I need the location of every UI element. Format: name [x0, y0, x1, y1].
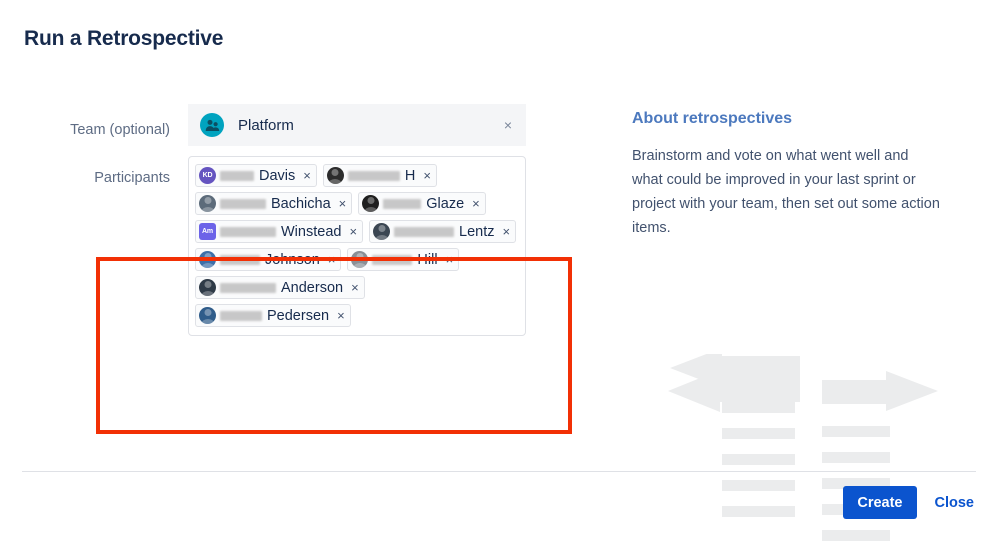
participant-name: Lentz	[459, 223, 495, 240]
info-panel-title: About retrospectives	[632, 110, 793, 127]
remove-participant-icon[interactable]: ×	[328, 253, 336, 266]
participant-chip[interactable]: KD Davis ×	[195, 164, 317, 187]
participant-chip[interactable]: Glaze ×	[358, 192, 486, 215]
participant-name: Davis	[259, 167, 296, 184]
team-value: Platform	[238, 116, 294, 134]
participant-chip[interactable]: H ×	[322, 164, 437, 187]
participant-name: Winstead	[281, 223, 342, 240]
close-button[interactable]: Close	[935, 495, 975, 511]
participant-chip[interactable]: Pedersen ×	[195, 304, 351, 327]
avatar	[199, 279, 216, 296]
participants-label: Participants	[94, 170, 170, 186]
redacted-first-name	[220, 198, 266, 209]
avatar	[373, 223, 391, 240]
info-panel-text: Brainstorm and vote on what went well an…	[632, 148, 940, 236]
remove-participant-icon[interactable]: ×	[339, 197, 347, 210]
remove-participant-icon[interactable]: ×	[472, 197, 480, 210]
page-title: Run a Retrospective	[24, 27, 224, 50]
close-icon[interactable]: ×	[504, 118, 512, 132]
team-label: Team (optional)	[70, 122, 170, 138]
redacted-first-name	[383, 198, 422, 209]
footer-actions: Create Close	[843, 486, 974, 519]
form-column: Team (optional) Platform × Participants …	[24, 104, 594, 336]
participant-chip[interactable]: Bachicha ×	[195, 192, 353, 215]
avatar: KD	[199, 167, 216, 184]
remove-participant-icon[interactable]: ×	[351, 281, 359, 294]
participants-field-row: Participants KD Davis × H × Bachicha × Glaze × Am…	[24, 156, 594, 336]
create-button[interactable]: Create	[843, 486, 917, 519]
participant-chip[interactable]: Lentz ×	[369, 220, 517, 243]
participant-name: Pedersen	[267, 307, 330, 324]
redacted-first-name	[220, 226, 276, 237]
participant-chip[interactable]: Anderson ×	[195, 276, 365, 299]
avatar: Am	[199, 223, 216, 240]
dialog-body: Team (optional) Platform × Participants …	[0, 104, 998, 541]
redacted-first-name	[394, 226, 455, 237]
info-panel: About retrospectives Brainstorm and vote…	[632, 110, 962, 240]
participant-name: Bachicha	[271, 195, 331, 212]
remove-participant-icon[interactable]: ×	[446, 253, 454, 266]
remove-participant-icon[interactable]: ×	[337, 309, 345, 322]
remove-participant-icon[interactable]: ×	[423, 169, 431, 182]
avatar	[351, 251, 369, 268]
redacted-first-name	[220, 254, 260, 265]
redacted-first-name	[347, 170, 400, 181]
participant-chip[interactable]: Hill ×	[347, 248, 460, 271]
retrospective-arrows-illustration	[650, 354, 960, 559]
participants-input[interactable]: KD Davis × H × Bachicha × Glaze × Am Winstead × Lent…	[188, 156, 526, 336]
footer-divider	[22, 471, 976, 472]
avatar	[199, 195, 216, 212]
team-field-row: Team (optional) Platform ×	[24, 104, 594, 146]
participant-name: Anderson	[281, 279, 344, 296]
redacted-first-name	[372, 254, 413, 265]
team-select[interactable]: Platform ×	[188, 104, 526, 146]
participant-name: H	[404, 167, 416, 184]
participant-chip[interactable]: Am Winstead ×	[195, 220, 364, 243]
redacted-first-name	[220, 282, 276, 293]
team-people-icon	[200, 113, 224, 137]
avatar	[362, 195, 380, 212]
participant-name: Johnson	[265, 251, 320, 268]
redacted-first-name	[220, 170, 254, 181]
remove-participant-icon[interactable]: ×	[303, 169, 311, 182]
participant-name: Glaze	[426, 195, 465, 212]
participant-chip[interactable]: Johnson ×	[195, 248, 342, 271]
redacted-first-name	[220, 310, 262, 321]
avatar	[199, 251, 216, 268]
avatar	[326, 167, 344, 184]
remove-participant-icon[interactable]: ×	[349, 225, 357, 238]
avatar	[199, 307, 216, 324]
remove-participant-icon[interactable]: ×	[503, 225, 511, 238]
participant-name: Hill	[417, 251, 438, 268]
